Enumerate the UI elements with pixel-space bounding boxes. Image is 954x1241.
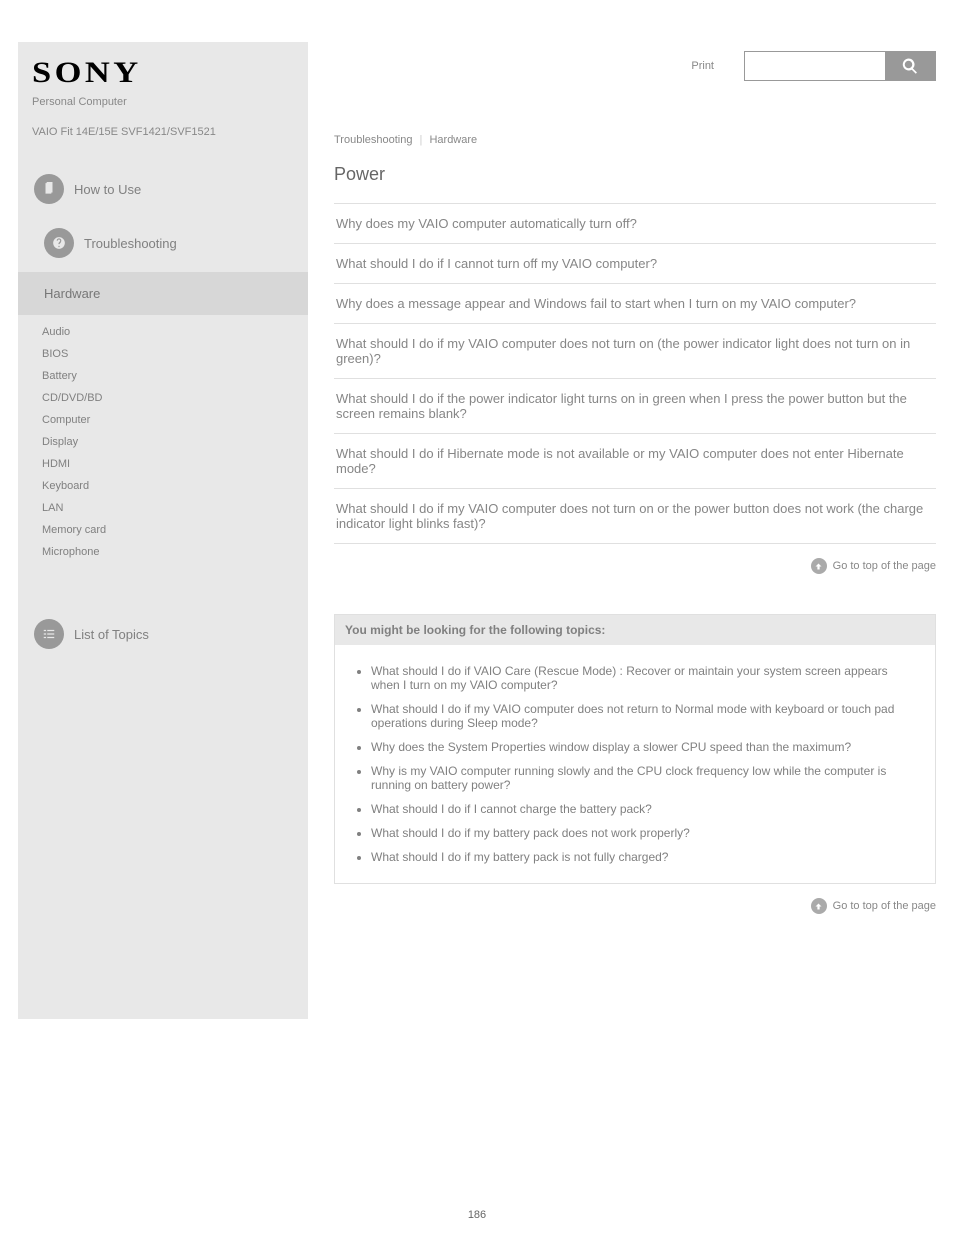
go-to-top-link[interactable]: Go to top of the page: [334, 558, 936, 574]
sidebar-item-how-to-use[interactable]: How to Use: [32, 164, 294, 214]
accordion-item[interactable]: Why does a message appear and Windows fa…: [334, 284, 936, 324]
help-icon: [44, 228, 74, 258]
print-link[interactable]: Print: [691, 60, 714, 72]
related-topic-link[interactable]: What should I do if VAIO Care (Rescue Mo…: [371, 659, 913, 697]
sidebar-subitem[interactable]: CD/DVD/BD: [42, 387, 294, 409]
go-to-top-label: Go to top of the page: [833, 900, 936, 912]
main-content: Print Troubleshooting | Hardware Power W…: [308, 42, 936, 1019]
page-number: 186: [0, 1209, 954, 1241]
accordion-item[interactable]: Why does my VAIO computer automatically …: [334, 203, 936, 244]
top-bar: Print: [334, 42, 936, 90]
product-type-label: Personal Computer: [32, 96, 294, 108]
related-topic-link[interactable]: Why is my VAIO computer running slowly a…: [371, 759, 913, 797]
sidebar-subitem[interactable]: Display: [42, 431, 294, 453]
sidebar-item-label: List of Topics: [74, 627, 149, 642]
sidebar-subitem[interactable]: Keyboard: [42, 475, 294, 497]
sidebar-item-hardware[interactable]: Hardware: [18, 272, 308, 315]
go-to-top-link[interactable]: Go to top of the page: [334, 898, 936, 914]
arrow-up-icon: [811, 898, 827, 914]
related-topic-link[interactable]: What should I do if my battery pack is n…: [371, 845, 913, 869]
sony-logo: SONY: [32, 56, 333, 90]
breadcrumb: Troubleshooting | Hardware: [334, 134, 936, 146]
sidebar-subitem[interactable]: Microphone: [42, 541, 294, 563]
search-input[interactable]: [745, 52, 885, 80]
accordion-item[interactable]: What should I do if my VAIO computer doe…: [334, 489, 936, 544]
sidebar-subitem[interactable]: Battery: [42, 365, 294, 387]
model-label: VAIO Fit 14E/15E SVF1421/SVF1521: [32, 126, 294, 138]
breadcrumb-item[interactable]: Hardware: [429, 134, 477, 146]
sidebar-subitem[interactable]: HDMI: [42, 453, 294, 475]
sidebar-item-troubleshooting[interactable]: Troubleshooting: [32, 218, 294, 268]
related-topics-header: You might be looking for the following t…: [335, 615, 935, 645]
sidebar-item-label: How to Use: [74, 182, 141, 197]
sidebar-subitem[interactable]: Computer: [42, 409, 294, 431]
accordion-item[interactable]: What should I do if I cannot turn off my…: [334, 244, 936, 284]
related-topics-box: You might be looking for the following t…: [334, 614, 936, 884]
related-topic-link[interactable]: What should I do if I cannot charge the …: [371, 797, 913, 821]
page-title: Power: [334, 164, 936, 185]
related-topic-link[interactable]: What should I do if my battery pack does…: [371, 821, 913, 845]
sidebar-item-label: Troubleshooting: [84, 236, 177, 251]
sidebar-item-label: Hardware: [44, 286, 100, 301]
related-topic-link[interactable]: What should I do if my VAIO computer doe…: [371, 697, 913, 735]
search-box: [744, 51, 936, 81]
sidebar-subitem[interactable]: Memory card: [42, 519, 294, 541]
search-icon: [901, 57, 919, 75]
go-to-top-label: Go to top of the page: [833, 560, 936, 572]
list-icon: [34, 619, 64, 649]
accordion-item[interactable]: What should I do if the power indicator …: [334, 379, 936, 434]
sidebar-subitem[interactable]: Audio: [42, 321, 294, 343]
howto-icon: [34, 174, 64, 204]
sidebar-subitem[interactable]: BIOS: [42, 343, 294, 365]
breadcrumb-item[interactable]: Troubleshooting: [334, 134, 412, 146]
breadcrumb-separator: |: [420, 134, 423, 146]
accordion-item[interactable]: What should I do if Hibernate mode is no…: [334, 434, 936, 489]
search-button[interactable]: [885, 52, 935, 80]
sidebar-item-contents[interactable]: List of Topics: [32, 609, 294, 659]
accordion-item[interactable]: What should I do if my VAIO computer doe…: [334, 324, 936, 379]
related-topic-link[interactable]: Why does the System Properties window di…: [371, 735, 913, 759]
sidebar-subitem[interactable]: LAN: [42, 497, 294, 519]
sidebar: SONY Personal Computer VAIO Fit 14E/15E …: [18, 42, 308, 1019]
arrow-up-icon: [811, 558, 827, 574]
sidebar-sublist: Audio BIOS Battery CD/DVD/BD Computer Di…: [32, 321, 294, 563]
